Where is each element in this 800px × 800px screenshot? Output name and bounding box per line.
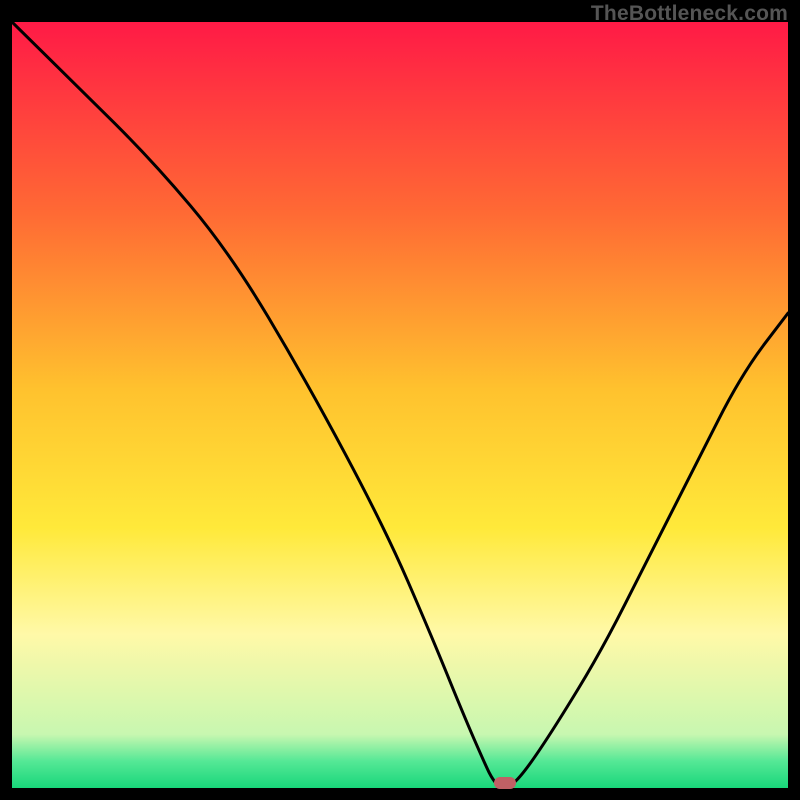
bottleneck-plot bbox=[12, 22, 788, 788]
optimum-marker bbox=[494, 777, 516, 789]
chart-frame: TheBottleneck.com bbox=[0, 0, 800, 800]
